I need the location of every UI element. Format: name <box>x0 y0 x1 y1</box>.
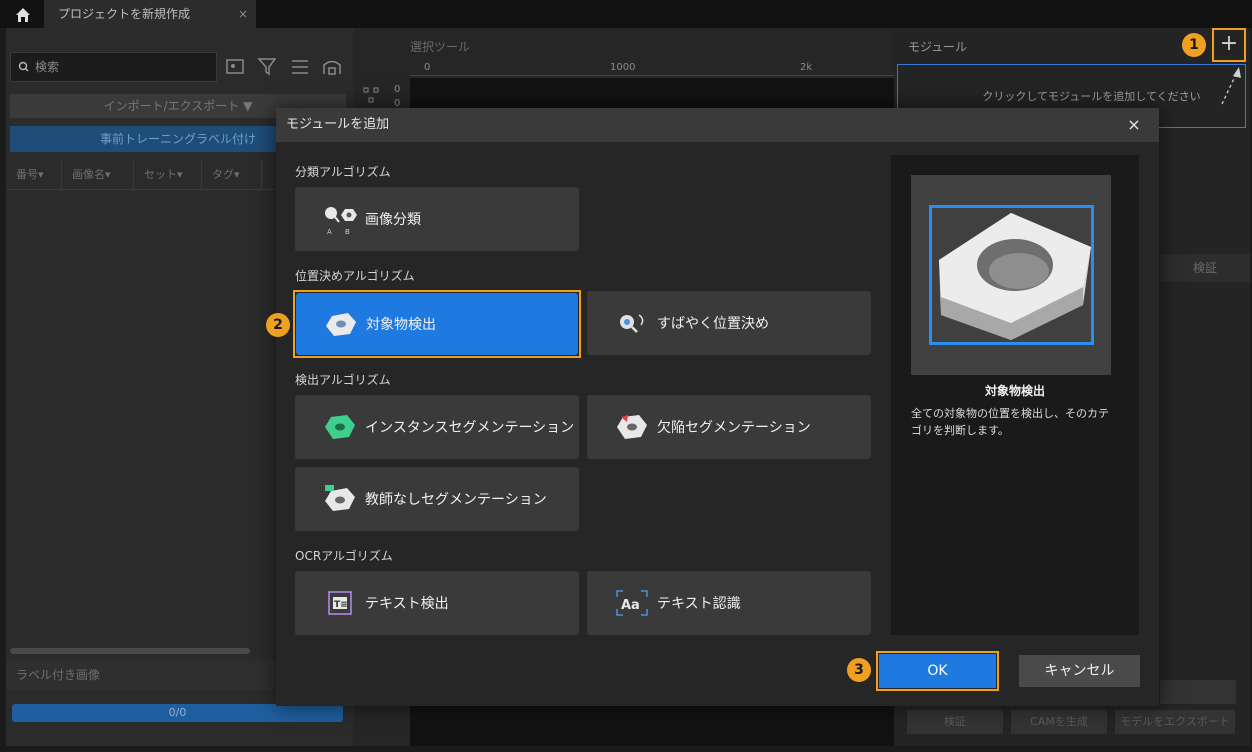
ruler: 0 1000 2k <box>410 62 894 76</box>
image-classification-icon: AB <box>323 205 363 236</box>
search-placeholder: 検索 <box>35 60 60 74</box>
card-label: テキスト検出 <box>365 596 449 612</box>
select-tool-label: 選択ツール <box>410 40 471 54</box>
column-tag[interactable]: タグ▾ <box>202 160 262 190</box>
step-badge-3: 3 <box>847 658 871 682</box>
preview-title: 対象物検出 <box>984 384 1045 398</box>
ok-button[interactable]: OK <box>879 654 996 688</box>
section-positioning-label: 位置決めアルゴリズム <box>295 269 415 283</box>
svg-text:A: A <box>327 228 332 235</box>
card-text-detection[interactable]: T≡ テキスト検出 <box>295 571 579 635</box>
add-module-button[interactable]: + <box>1212 28 1246 62</box>
camera-icon[interactable] <box>321 56 343 78</box>
column-image-name[interactable]: 画像名▾ <box>62 160 134 190</box>
app-window: プロジェクトを新規作成 × 検索 インポート/エクスポート ▼ 事前トレーニング… <box>0 0 1252 752</box>
ruler-tick-label: 0 <box>424 62 431 73</box>
cancel-button[interactable]: キャンセル <box>1019 655 1140 687</box>
tab-verify[interactable]: 検証 <box>1160 254 1250 282</box>
tab-label: プロジェクトを新規作成 <box>58 7 191 21</box>
card-text-recognition[interactable]: Aa テキスト認識 <box>587 571 871 635</box>
card-quick-positioning[interactable]: すばやく位置決め <box>587 291 871 355</box>
text-recognition-icon: Aa <box>615 589 655 617</box>
tab-close-icon[interactable]: × <box>238 0 248 28</box>
quick-positioning-icon <box>615 309 655 337</box>
object-detection-icon <box>324 310 364 338</box>
pointer-arrow-icon <box>1212 64 1246 112</box>
card-object-detection[interactable]: 対象物検出 <box>296 293 578 355</box>
card-unsupervised-segmentation[interactable]: 教師なしセグメンテーション <box>295 467 579 531</box>
bottom-field <box>1160 680 1236 704</box>
detection-box <box>929 205 1094 345</box>
card-label: テキスト認識 <box>657 596 741 612</box>
generate-cam-button[interactable]: CAMを生成 <box>1011 710 1107 734</box>
home-icon <box>16 8 30 22</box>
step-badge-1: 1 <box>1182 33 1206 57</box>
verify-button[interactable]: 検証 <box>907 710 1003 734</box>
instance-segmentation-icon <box>323 413 363 441</box>
list-view-icon[interactable] <box>289 56 311 78</box>
ruler-tick-label: 1000 <box>610 62 636 73</box>
dropzone-text: クリックしてモジュールを追加してください <box>982 90 1201 103</box>
section-classification-label: 分類アルゴリズム <box>295 165 391 179</box>
section-detection-label: 検出アルゴリズム <box>295 373 391 387</box>
side-ruler-label: 0 <box>394 84 401 95</box>
card-instance-segmentation[interactable]: インスタンスセグメンテーション <box>295 395 579 459</box>
image-filter-icon[interactable] <box>225 56 247 78</box>
card-label: 教師なしセグメンテーション <box>365 492 547 508</box>
search-icon <box>18 53 29 91</box>
card-label: 画像分類 <box>365 212 421 228</box>
step-badge-2: 2 <box>266 313 290 337</box>
card-image-classification[interactable]: AB 画像分類 <box>295 187 579 251</box>
column-set[interactable]: セット▾ <box>134 160 202 190</box>
dialog-close-icon[interactable]: × <box>1124 112 1144 138</box>
defect-segmentation-icon <box>615 413 655 441</box>
export-model-button[interactable]: モデルをエクスポート <box>1115 710 1235 734</box>
unsupervised-segmentation-icon <box>323 485 363 513</box>
card-label: 対象物検出 <box>366 317 436 333</box>
pan-tool-icon[interactable] <box>362 86 380 108</box>
label-progress-bar: 0/0 <box>12 704 343 722</box>
svg-text:Aa: Aa <box>621 598 640 613</box>
home-button[interactable] <box>6 3 40 27</box>
plus-icon: + <box>1219 31 1239 56</box>
section-ocr-label: OCRアルゴリズム <box>295 549 393 563</box>
svg-text:T≡: T≡ <box>334 600 348 610</box>
ruler-tick-label: 2k <box>800 62 813 73</box>
card-label: 欠陥セグメンテーション <box>657 420 811 436</box>
text-detection-icon: T≡ <box>323 589 363 617</box>
search-input[interactable]: 検索 <box>10 52 217 82</box>
tab-new-project[interactable]: プロジェクトを新規作成 × <box>44 0 256 28</box>
card-label: インスタンスセグメンテーション <box>365 420 575 436</box>
card-label: すばやく位置決め <box>657 316 769 332</box>
horizontal-scrollbar[interactable] <box>10 648 250 654</box>
module-panel-title: モジュール <box>908 40 968 54</box>
filter-icon[interactable] <box>257 56 279 78</box>
column-number[interactable]: 番号▾ <box>6 160 62 190</box>
svg-text:B: B <box>345 228 350 235</box>
card-defect-segmentation[interactable]: 欠陥セグメンテーション <box>587 395 871 459</box>
dialog-title: モジュールを追加 <box>276 108 1159 142</box>
preview-description: 全ての対象物の位置を検出し、そのカテゴリを判断します。 <box>911 407 1109 437</box>
